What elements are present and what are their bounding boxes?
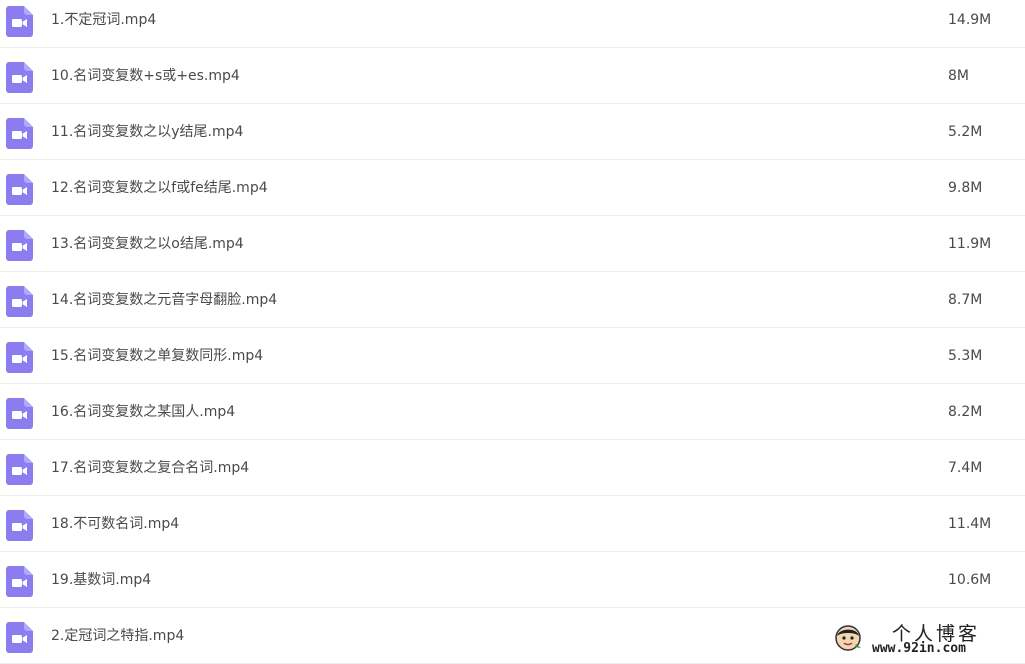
file-size: 14.9M xyxy=(948,12,992,28)
file-size: 7.4M xyxy=(948,460,983,476)
file-row[interactable]: 10.名词变复数+s或+es.mp4 8M xyxy=(0,48,1025,104)
video-file-icon xyxy=(6,286,33,317)
mascot-icon xyxy=(835,625,861,651)
file-name[interactable]: 11.名词变复数之以y结尾.mp4 xyxy=(51,123,243,141)
video-file-icon xyxy=(6,454,33,485)
file-size: 11.4M xyxy=(948,516,992,532)
file-name[interactable]: 12.名词变复数之以f或fe结尾.mp4 xyxy=(51,179,268,197)
file-name[interactable]: 18.不可数名词.mp4 xyxy=(51,515,179,533)
file-row[interactable]: 13.名词变复数之以o结尾.mp4 11.9M xyxy=(0,216,1025,272)
file-size: 5.3M xyxy=(948,348,983,364)
video-file-icon xyxy=(6,230,33,261)
file-size: 9.8M xyxy=(948,180,983,196)
video-file-icon xyxy=(6,342,33,373)
video-file-icon xyxy=(6,566,33,597)
file-row[interactable]: 11.名词变复数之以y结尾.mp4 5.2M xyxy=(0,104,1025,160)
watermark: 个人博客 www.92in.com xyxy=(830,618,1020,658)
file-size: 8.2M xyxy=(948,404,983,420)
file-size: 8M xyxy=(948,68,969,84)
file-row[interactable]: 14.名词变复数之元音字母翻脸.mp4 8.7M xyxy=(0,272,1025,328)
watermark-url: www.92in.com xyxy=(872,641,966,656)
video-file-icon xyxy=(6,118,33,149)
file-size: 11.9M xyxy=(948,236,992,252)
file-row[interactable]: 12.名词变复数之以f或fe结尾.mp4 9.8M xyxy=(0,160,1025,216)
file-name[interactable]: 15.名词变复数之单复数同形.mp4 xyxy=(51,347,263,365)
file-name[interactable]: 14.名词变复数之元音字母翻脸.mp4 xyxy=(51,291,277,309)
video-file-icon xyxy=(6,398,33,429)
video-file-icon xyxy=(6,174,33,205)
file-row[interactable]: 1.不定冠词.mp4 14.9M xyxy=(0,0,1025,48)
video-file-icon xyxy=(6,62,33,93)
file-name[interactable]: 13.名词变复数之以o结尾.mp4 xyxy=(51,235,244,253)
file-name[interactable]: 16.名词变复数之某国人.mp4 xyxy=(51,403,235,421)
file-size: 5.2M xyxy=(948,124,983,140)
file-name[interactable]: 10.名词变复数+s或+es.mp4 xyxy=(51,67,240,85)
video-file-icon xyxy=(6,622,33,653)
file-row[interactable]: 19.基数词.mp4 10.6M xyxy=(0,552,1025,608)
file-name[interactable]: 1.不定冠词.mp4 xyxy=(51,11,156,29)
file-row[interactable]: 15.名词变复数之单复数同形.mp4 5.3M xyxy=(0,328,1025,384)
file-name[interactable]: 2.定冠词之特指.mp4 xyxy=(51,627,184,645)
file-row[interactable]: 18.不可数名词.mp4 11.4M xyxy=(0,496,1025,552)
file-row[interactable]: 16.名词变复数之某国人.mp4 8.2M xyxy=(0,384,1025,440)
video-file-icon xyxy=(6,6,33,37)
file-list: 1.不定冠词.mp4 14.9M 10.名词变复数+s或+es.mp4 8M 1… xyxy=(0,0,1025,664)
file-size: 8.7M xyxy=(948,292,983,308)
file-row[interactable]: 17.名词变复数之复合名词.mp4 7.4M xyxy=(0,440,1025,496)
file-size: 10.6M xyxy=(948,572,992,588)
file-name[interactable]: 17.名词变复数之复合名词.mp4 xyxy=(51,459,249,477)
file-name[interactable]: 19.基数词.mp4 xyxy=(51,571,151,589)
video-file-icon xyxy=(6,510,33,541)
